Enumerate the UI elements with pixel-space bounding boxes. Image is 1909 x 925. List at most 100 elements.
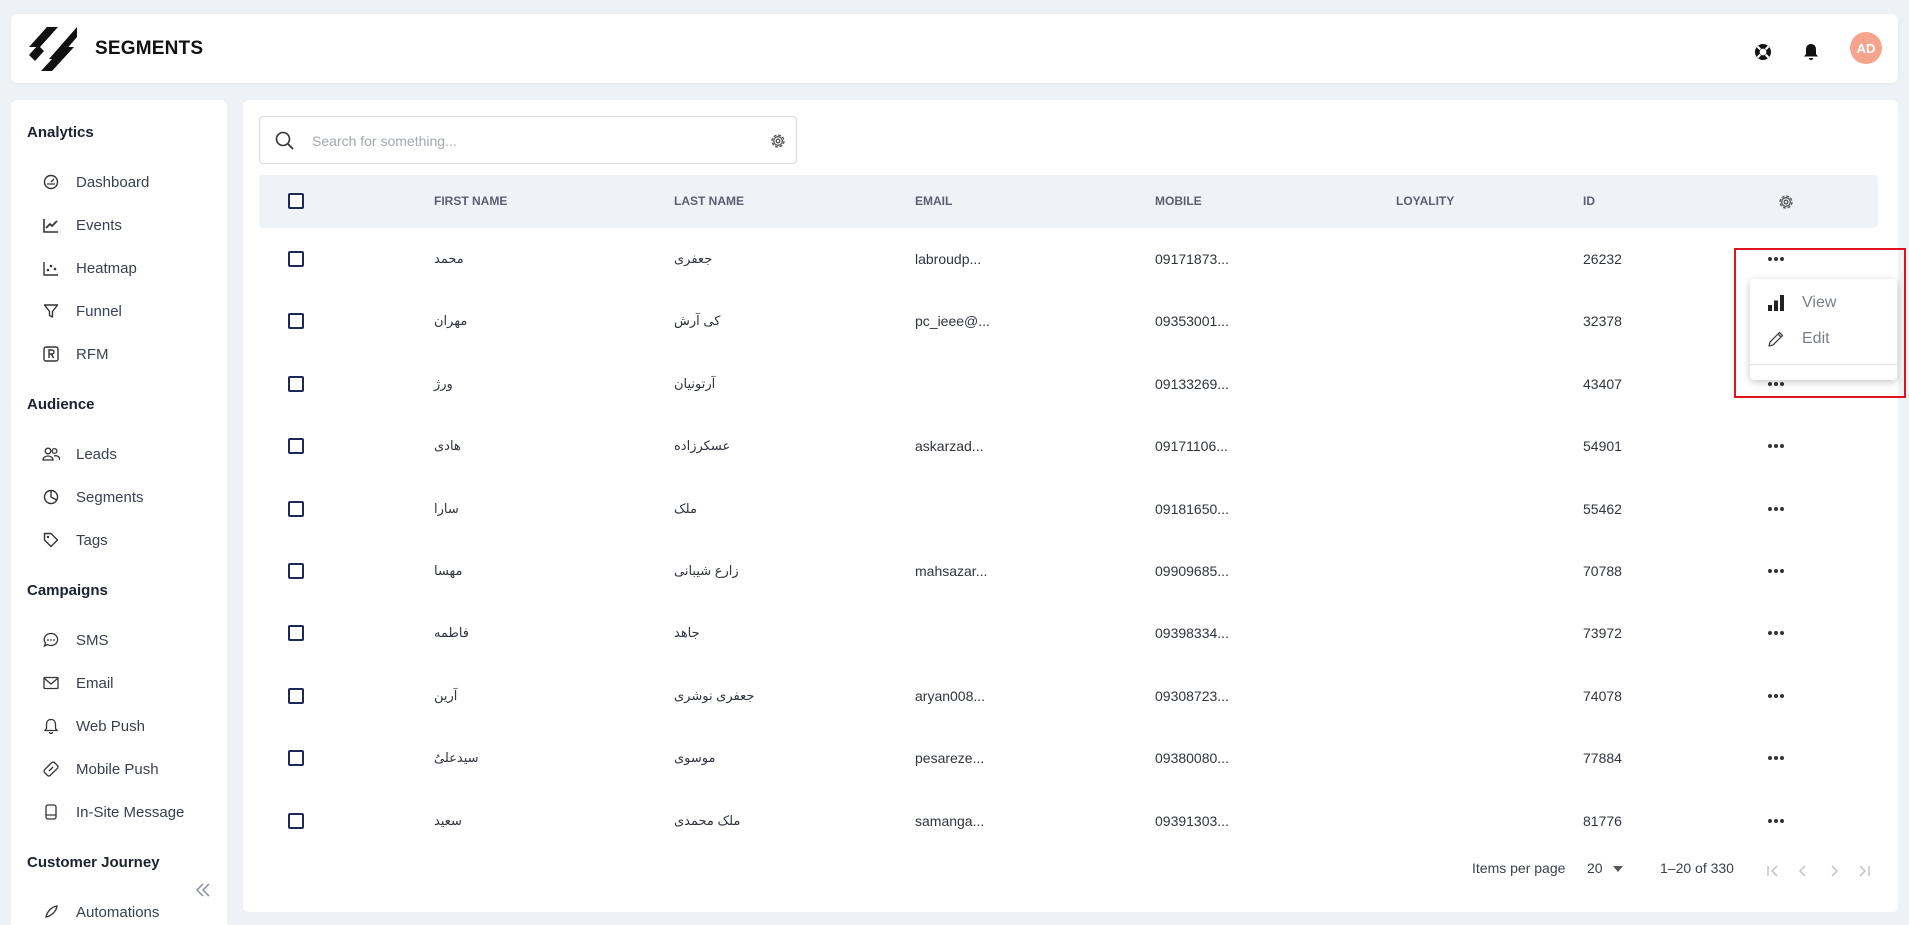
cell-last: ملک محمدی xyxy=(674,812,741,828)
sidebar-item-leads[interactable]: Leads xyxy=(41,439,221,469)
sidebar-item-mobile-push[interactable]: Mobile Push xyxy=(41,754,221,784)
table-row[interactable]: سارا ملک 09181650... 55462 xyxy=(259,478,1878,540)
lifebuoy-icon[interactable] xyxy=(1753,42,1773,62)
cell-email: aryan008... xyxy=(915,687,986,704)
cell-last: ملک xyxy=(674,500,697,516)
sidebar-item-heatmap[interactable]: Heatmap xyxy=(41,253,221,283)
sidebar-item-funnel[interactable]: Funnel xyxy=(41,296,221,326)
menu-divider xyxy=(1750,364,1897,365)
column-header-last-name[interactable]: LAST NAME xyxy=(674,175,744,228)
row-checkbox[interactable] xyxy=(288,251,304,267)
row-checkbox[interactable] xyxy=(288,563,304,579)
table-row[interactable]: سعید ملک محمدی samanga... 09391303... 81776 xyxy=(259,790,1878,852)
sidebar-item-dashboard[interactable]: Dashboard xyxy=(41,167,221,197)
pagination-range: 1–20 of 330 xyxy=(1660,860,1734,876)
column-header-email[interactable]: EMAIL xyxy=(915,175,952,228)
scatter-icon xyxy=(41,258,61,278)
sidebar-item-web-push[interactable]: Web Push xyxy=(41,711,221,741)
sidebar-item-sms[interactable]: SMS xyxy=(41,625,221,655)
sidebar: Analytics Dashboard Events Heatmap Funne… xyxy=(11,100,227,925)
column-header-mobile[interactable]: MOBILE xyxy=(1155,175,1202,228)
cell-id: 43407 xyxy=(1583,375,1622,392)
sidebar-item-email[interactable]: Email xyxy=(41,668,221,698)
table-row[interactable]: فاطمه جاهد 09398334... 73972 xyxy=(259,602,1878,664)
column-header-id[interactable]: ID xyxy=(1583,175,1595,228)
page-size-select[interactable]: 20 xyxy=(1587,860,1624,876)
sidebar-item-in-site-message[interactable]: In-Site Message xyxy=(41,797,221,827)
cell-last: جعفری نوشری xyxy=(674,687,755,703)
cell-first: سعید xyxy=(434,812,462,828)
search-settings-gear-icon[interactable] xyxy=(768,131,788,151)
cell-last: زارع شیبانی xyxy=(674,563,739,578)
cell-first: هادی xyxy=(434,438,461,454)
sidebar-item-label: Email xyxy=(76,674,114,692)
row-checkbox[interactable] xyxy=(288,812,304,829)
tag-icon xyxy=(41,530,61,550)
menu-item-edit[interactable]: Edit xyxy=(1766,324,1886,354)
table-row[interactable]: مهران کی آرش pc_ieee@... 09353001... 32378 xyxy=(259,290,1878,352)
search-icon xyxy=(275,131,294,150)
cell-last: کی آرش xyxy=(674,313,721,329)
sidebar-item-segments[interactable]: Segments xyxy=(41,482,221,512)
more-actions-icon[interactable] xyxy=(1766,503,1786,515)
cell-mobile: 09171106... xyxy=(1155,438,1228,455)
main-panel: FIRST NAME LAST NAME EMAIL MOBILE LOYALI… xyxy=(243,100,1898,912)
sidebar-item-label: Automations xyxy=(76,903,160,921)
cell-mobile: 09391303... xyxy=(1155,812,1229,829)
section-title-campaigns: Campaigns xyxy=(27,582,108,599)
sidebar-item-rfm[interactable]: RFM xyxy=(41,339,221,369)
first-page-icon[interactable] xyxy=(1764,862,1782,880)
table-row[interactable]: آرین جعفری نوشری aryan008... 09308723... 740… xyxy=(259,665,1878,727)
section-title-analytics: Analytics xyxy=(27,124,94,141)
row-checkbox[interactable] xyxy=(288,313,304,330)
table-row[interactable]: هادی عسکرزاده askarzad... 09171106... 54901 xyxy=(259,415,1878,477)
bell-outline-icon xyxy=(41,716,61,736)
page-title: SEGMENTS xyxy=(95,38,204,59)
cell-mobile: 09171873... xyxy=(1155,251,1229,267)
previous-page-icon[interactable] xyxy=(1794,862,1812,880)
cell-last: جاهد xyxy=(674,625,700,641)
row-checkbox[interactable] xyxy=(288,500,304,517)
sidebar-item-events[interactable]: Events xyxy=(41,210,221,240)
sidebar-item-automations[interactable]: Automations xyxy=(41,897,221,925)
more-actions-icon[interactable] xyxy=(1766,440,1786,452)
table-row[interactable]: سیدعلیُ موسوی pesareze... 09380080... 77884 xyxy=(259,727,1878,789)
column-header-loyality[interactable]: LOYALITY xyxy=(1396,175,1454,228)
table-row[interactable]: مهسا زارع شیبانی mahsazar... 09909685... 707… xyxy=(259,540,1878,602)
more-actions-icon[interactable] xyxy=(1766,752,1786,764)
bell-icon[interactable] xyxy=(1801,42,1821,62)
table-row[interactable]: محمد جعفری labroudp... 09171873... 26232 xyxy=(259,228,1878,290)
more-actions-icon[interactable] xyxy=(1766,565,1786,577)
sidebar-item-tags[interactable]: Tags xyxy=(41,525,221,555)
more-actions-icon[interactable] xyxy=(1766,690,1786,702)
cell-last: جعفری xyxy=(674,251,713,266)
table-row[interactable]: ورژ آرتونیان 09133269... 43407 xyxy=(259,353,1878,415)
menu-item-view[interactable]: View xyxy=(1766,288,1886,318)
users-icon xyxy=(41,444,61,464)
sidebar-item-label: Leads xyxy=(76,445,117,463)
row-checkbox[interactable] xyxy=(288,687,304,704)
select-all-checkbox[interactable] xyxy=(288,193,304,209)
more-actions-icon[interactable] xyxy=(1766,815,1786,827)
search-input[interactable] xyxy=(310,127,744,155)
column-settings-gear-icon[interactable] xyxy=(1776,192,1796,212)
cell-id: 81776 xyxy=(1583,812,1622,829)
avatar[interactable]: AD xyxy=(1850,32,1882,64)
row-checkbox[interactable] xyxy=(288,438,304,455)
more-actions-icon[interactable] xyxy=(1766,627,1786,639)
sidebar-item-label: Web Push xyxy=(76,717,145,735)
last-page-icon[interactable] xyxy=(1855,862,1873,880)
row-checkbox[interactable] xyxy=(288,750,304,767)
items-per-page-label: Items per page xyxy=(1472,860,1566,876)
app-logo xyxy=(29,27,77,71)
collapse-sidebar-icon[interactable] xyxy=(193,880,213,900)
cell-email: pesareze... xyxy=(915,750,985,767)
row-checkbox[interactable] xyxy=(288,375,304,392)
next-page-icon[interactable] xyxy=(1825,862,1843,880)
cell-mobile: 09398334... xyxy=(1155,625,1229,642)
column-header-first-name[interactable]: FIRST NAME xyxy=(434,175,507,228)
sidebar-item-label: Funnel xyxy=(76,302,122,320)
rfm-icon xyxy=(41,344,61,364)
row-action-menu: View Edit xyxy=(1750,279,1897,380)
row-checkbox[interactable] xyxy=(288,625,304,642)
